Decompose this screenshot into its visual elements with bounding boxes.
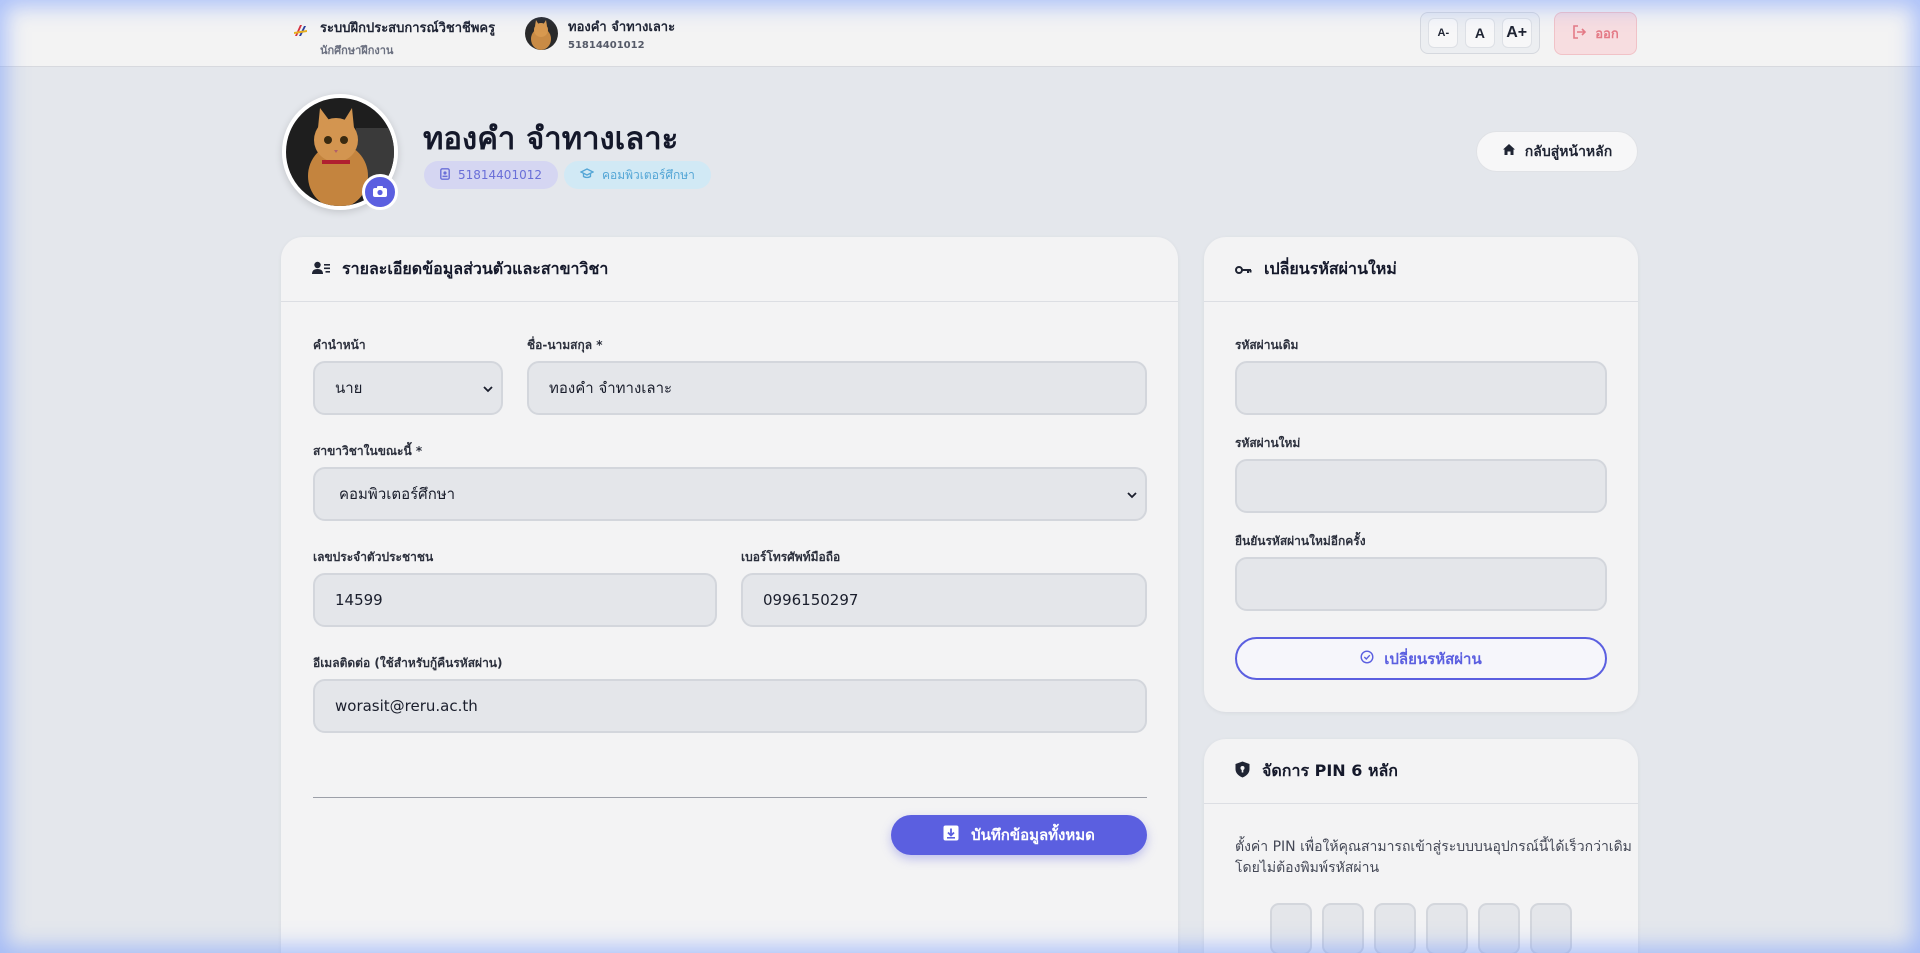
pin-card: จัดการ PIN 6 หลัก ตั้งค่า PIN เพื่อให้คุ… [1204, 739, 1638, 953]
id-badge-icon [440, 167, 450, 183]
major-label: สาขาวิชาในขณะนี้ * [313, 444, 423, 458]
top-navbar: ระบบฝึกประสบการณ์วิชาชีพครู นักศึกษาฝึกง… [0, 0, 1920, 67]
font-size-controls: A- A A+ [1420, 12, 1540, 54]
font-reset-button[interactable]: A [1464, 18, 1495, 48]
major-value: คอมพิวเตอร์ศึกษา [339, 485, 456, 503]
pin-description-line: โดยไม่ต้องพิมพ์รหัสผ่าน [1235, 860, 1380, 876]
phone-input[interactable]: 0996150297 [741, 573, 1147, 627]
old-password-input[interactable] [1235, 361, 1607, 415]
font-decrease-button[interactable]: A- [1428, 18, 1459, 48]
major-text: คอมพิวเตอร์ศึกษา [602, 167, 695, 182]
email-input[interactable]: worasit@reru.ac.th [313, 679, 1147, 733]
user-details-icon [312, 260, 330, 279]
old-password-label: รหัสผ่านเดิม [1235, 338, 1299, 352]
change-password-label: เปลี่ยนรหัสผ่าน [1384, 649, 1482, 668]
back-home-label: กลับสู่หน้าหลัก [1524, 143, 1613, 160]
logo-icon [292, 22, 310, 40]
prefix-value: นาย [335, 379, 363, 397]
logout-icon [1572, 24, 1587, 43]
pin-digit-input[interactable] [1478, 903, 1520, 953]
new-password-input[interactable] [1235, 459, 1607, 513]
major-badge: คอมพิวเตอร์ศึกษา [564, 161, 711, 189]
confirm-password-label: ยืนยันรหัสผ่านใหม่อีกครั้ง [1235, 534, 1366, 548]
check-circle-icon [1360, 649, 1374, 668]
pin-description-line: ตั้งค่า PIN เพื่อให้คุณสามารถเข้าสู่ระบบ… [1235, 839, 1632, 855]
pin-digit-input[interactable] [1374, 903, 1416, 953]
fullname-label: ชื่อ-นามสกุล * [527, 338, 603, 352]
fullname-value: ทองคำ จำทางเลาะ [549, 379, 673, 397]
prefix-label: คำนำหน้า [313, 338, 366, 352]
logout-button[interactable]: ออก [1554, 12, 1637, 55]
avatar [525, 17, 558, 50]
card-title: จัดการ PIN 6 หลัก [1262, 760, 1398, 780]
new-password-label: รหัสผ่านใหม่ [1235, 436, 1301, 450]
pin-digit-input[interactable] [1270, 903, 1312, 953]
chevron-down-icon [483, 379, 493, 397]
pin-digit-input[interactable] [1322, 903, 1364, 953]
card-header: จัดการ PIN 6 หลัก [1204, 739, 1638, 804]
phone-value: 0996150297 [763, 591, 859, 609]
graduation-cap-icon [579, 168, 595, 182]
personal-details-card: รายละเอียดข้อมูลส่วนตัวและสาขาวิชา คำนำห… [281, 237, 1178, 953]
divider [313, 797, 1147, 798]
email-label: อีเมลติดต่อ (ใช้สำหรับกู้คืนรหัสผ่าน) [313, 656, 503, 670]
prefix-select[interactable]: นาย [313, 361, 503, 415]
logout-label: ออก [1595, 27, 1619, 42]
role-label: นักศึกษาฝึกงาน [320, 44, 394, 57]
back-home-button[interactable]: กลับสู่หน้าหลัก [1476, 131, 1638, 172]
key-icon [1235, 260, 1252, 279]
user-id: 51814401012 [568, 40, 645, 51]
pin-digit-input[interactable] [1426, 903, 1468, 953]
profile-name: ทองคำ จำทางเลาะ [423, 121, 679, 157]
save-icon [943, 825, 959, 845]
card-header: เปลี่ยนรหัสผ่านใหม่ [1204, 237, 1638, 302]
change-password-button[interactable]: เปลี่ยนรหัสผ่าน [1235, 637, 1607, 680]
font-increase-button[interactable]: A+ [1501, 18, 1532, 48]
student-id-badge: 51814401012 [424, 161, 558, 189]
user-name: ทองคำ จำทางเลาะ [568, 20, 676, 35]
citizen-id-value: 14599 [335, 591, 383, 609]
shield-icon [1235, 761, 1250, 782]
change-photo-button[interactable] [362, 174, 398, 210]
save-all-button[interactable]: บันทึกข้อมูลทั้งหมด [891, 815, 1147, 855]
system-title: ระบบฝึกประสบการณ์วิชาชีพครู [320, 21, 496, 36]
card-title: รายละเอียดข้อมูลส่วนตัวและสาขาวิชา [342, 258, 609, 278]
camera-icon [372, 183, 388, 202]
pin-digit-input[interactable] [1530, 903, 1572, 953]
card-title: เปลี่ยนรหัสผ่านใหม่ [1264, 258, 1397, 278]
student-id-text: 51814401012 [458, 168, 542, 182]
email-value: worasit@reru.ac.th [335, 697, 478, 715]
major-select[interactable]: คอมพิวเตอร์ศึกษา [313, 467, 1147, 521]
user-summary[interactable]: ทองคำ จำทางเลาะ 51814401012 [525, 16, 675, 51]
brand[interactable]: ระบบฝึกประสบการณ์วิชาชีพครู นักศึกษาฝึกง… [292, 17, 495, 59]
change-password-card: เปลี่ยนรหัสผ่านใหม่ รหัสผ่านเดิม รหัสผ่า… [1204, 237, 1638, 712]
citizen-id-input[interactable]: 14599 [313, 573, 717, 627]
citizen-id-label: เลขประจำตัวประชาชน [313, 550, 434, 564]
home-icon [1502, 143, 1516, 160]
confirm-password-input[interactable] [1235, 557, 1607, 611]
chevron-down-icon [1127, 485, 1137, 503]
phone-label: เบอร์โทรศัพท์มือถือ [741, 550, 841, 564]
save-label: บันทึกข้อมูลทั้งหมด [971, 826, 1095, 844]
card-header: รายละเอียดข้อมูลส่วนตัวและสาขาวิชา [281, 237, 1178, 302]
fullname-input[interactable]: ทองคำ จำทางเลาะ [527, 361, 1147, 415]
pin-description: ตั้งค่า PIN เพื่อให้คุณสามารถเข้าสู่ระบบ… [1235, 837, 1632, 879]
